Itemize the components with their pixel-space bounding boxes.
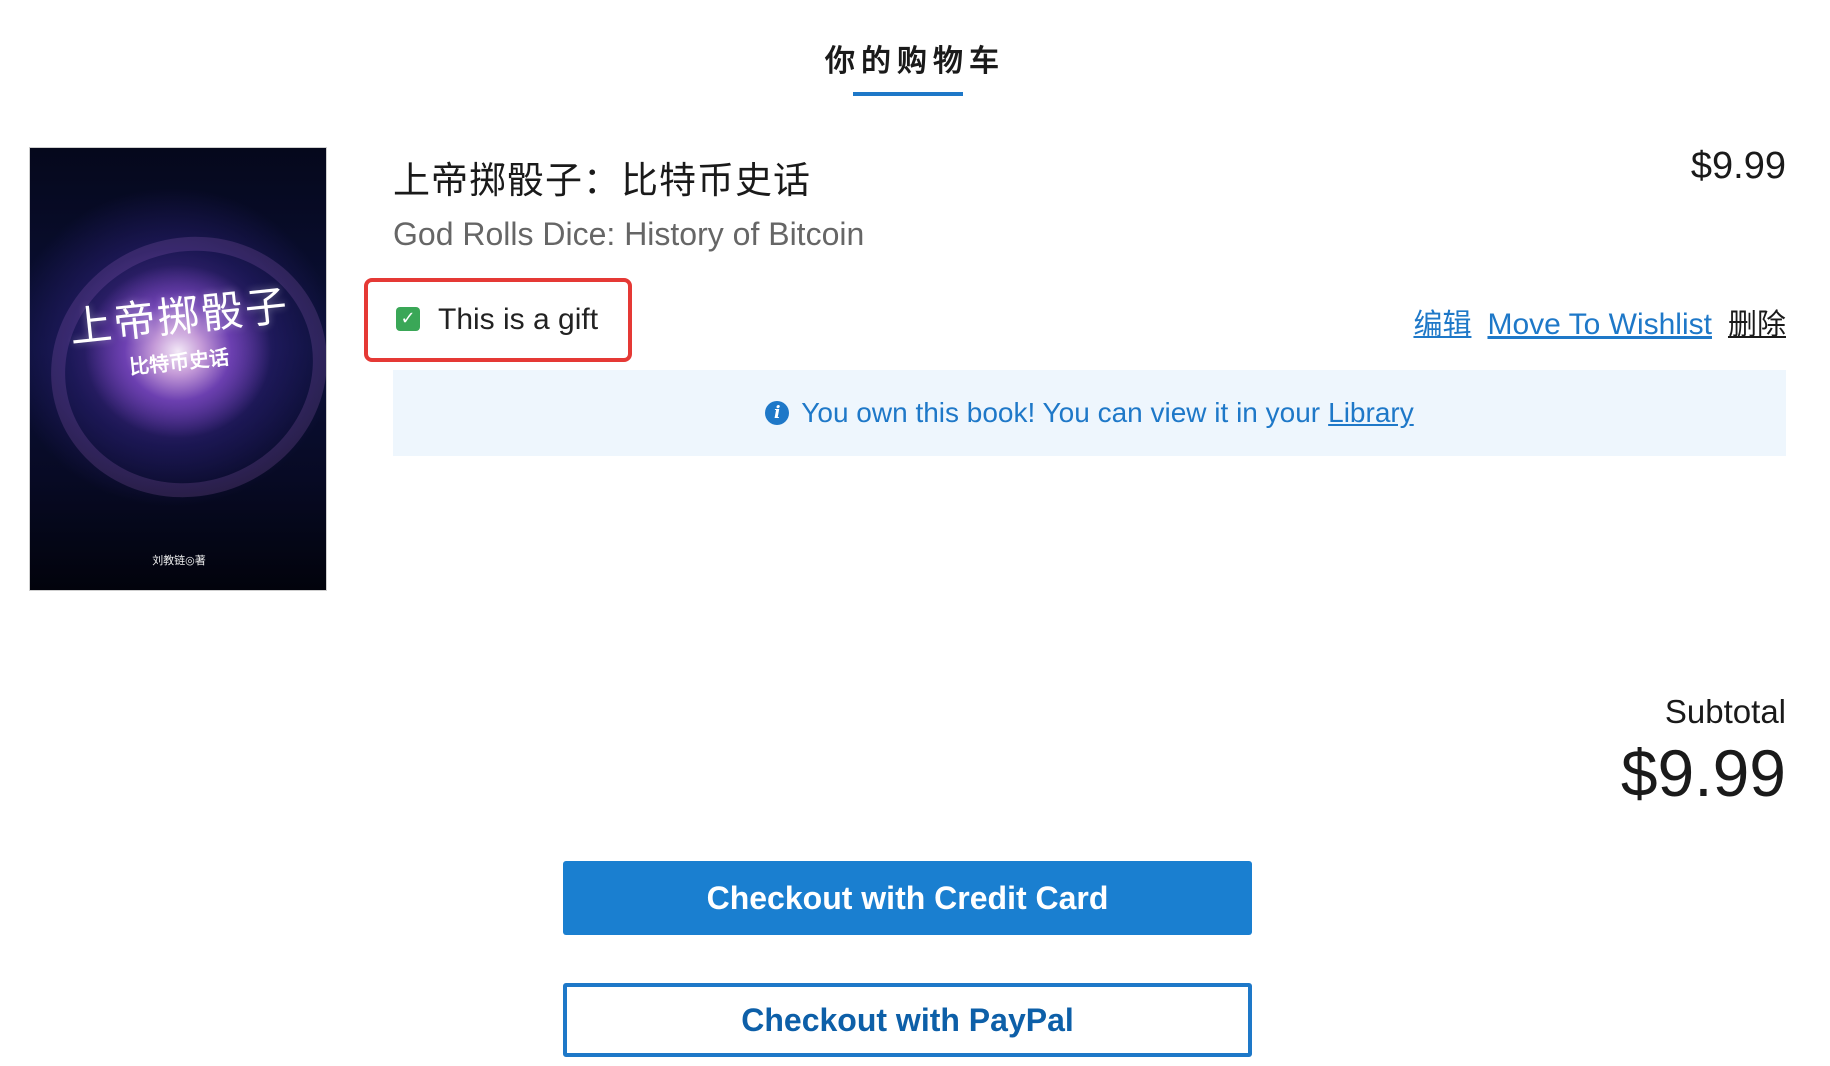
- gift-checkbox[interactable]: ✓: [396, 307, 420, 331]
- checkout-paypal-button[interactable]: Checkout with PayPal: [563, 983, 1252, 1057]
- page-title-underline: [853, 92, 963, 96]
- subtotal-value: $9.99: [1620, 736, 1786, 810]
- item-subtitle: God Rolls Dice: History of Bitcoin: [393, 216, 865, 252]
- checkout-paypal-label: Checkout with PayPal: [741, 1001, 1074, 1038]
- item-title[interactable]: 上帝掷骰子：比特币史话: [393, 150, 811, 204]
- delete-link[interactable]: 删除: [1728, 301, 1786, 343]
- item-price: $9.99: [1690, 145, 1786, 187]
- library-link[interactable]: Library: [1328, 397, 1414, 429]
- item-actions: 编辑 Move To Wishlist 删除: [1413, 301, 1786, 343]
- cover-author: 刘教链◎著: [152, 554, 206, 567]
- gift-label[interactable]: This is a gift: [438, 303, 598, 337]
- subtotal-label: Subtotal: [1664, 693, 1786, 730]
- checkout-credit-card-label: Checkout with Credit Card: [706, 879, 1109, 916]
- ownership-notice: i You own this book! You can view it in …: [393, 370, 1786, 456]
- edit-link[interactable]: 编辑: [1413, 301, 1471, 343]
- notice-text: You own this book! You can view it in yo…: [801, 397, 1321, 428]
- move-to-wishlist-link[interactable]: Move To Wishlist: [1487, 308, 1712, 342]
- checkout-credit-card-button[interactable]: Checkout with Credit Card: [563, 861, 1252, 935]
- page-title: 你的购物车: [825, 44, 1005, 79]
- book-cover[interactable]: 上帝掷骰子 比特币史话 刘教链◎著: [29, 147, 327, 591]
- info-icon: i: [765, 401, 790, 425]
